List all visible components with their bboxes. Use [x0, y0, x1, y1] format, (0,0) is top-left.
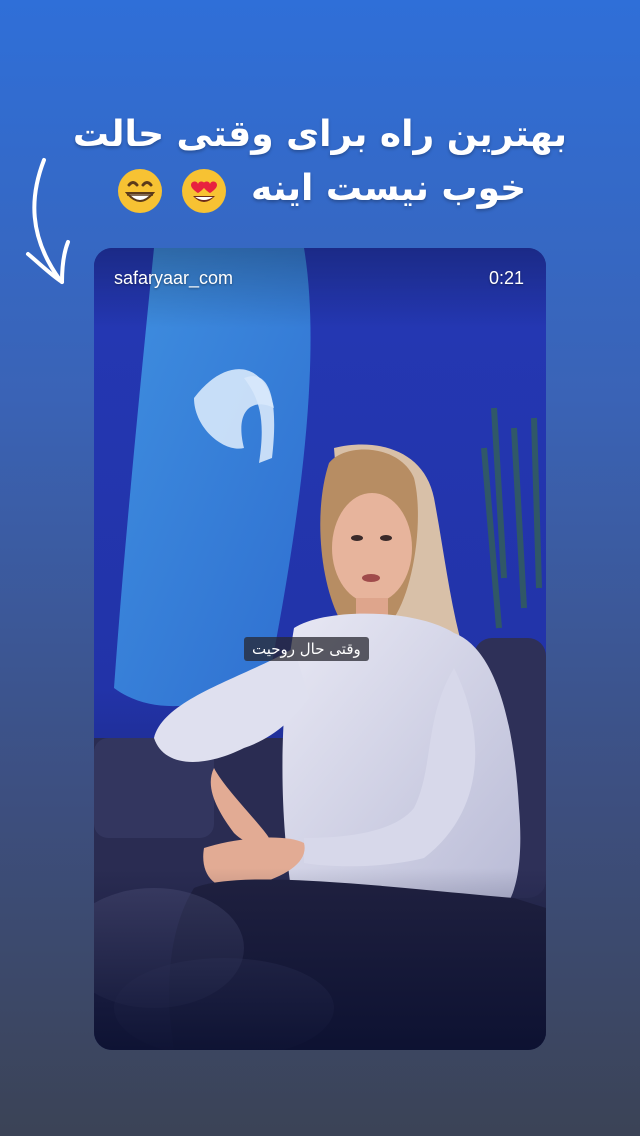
caption-line-1: بهترین راه برای وقتی حالت	[72, 114, 568, 155]
emoji-group	[114, 163, 231, 217]
caption-line-2: خوب نیست اینه	[60, 162, 580, 217]
video-timer: 0:21	[488, 268, 524, 288]
video-subtitle: وقتی حال روحیت	[244, 637, 369, 661]
video-player[interactable]: safaryaar_com 0:21 وقتی حال روحیت	[94, 248, 546, 1050]
heart-eyes-emoji-icon	[182, 169, 227, 213]
grinning-emoji-icon	[117, 169, 162, 213]
video-username[interactable]: safaryaar_com	[114, 268, 233, 289]
story-caption: بهترین راه برای وقتی حالت خوب نیست اینه	[60, 108, 580, 217]
caption-line-2-text: خوب نیست اینه	[250, 168, 527, 209]
